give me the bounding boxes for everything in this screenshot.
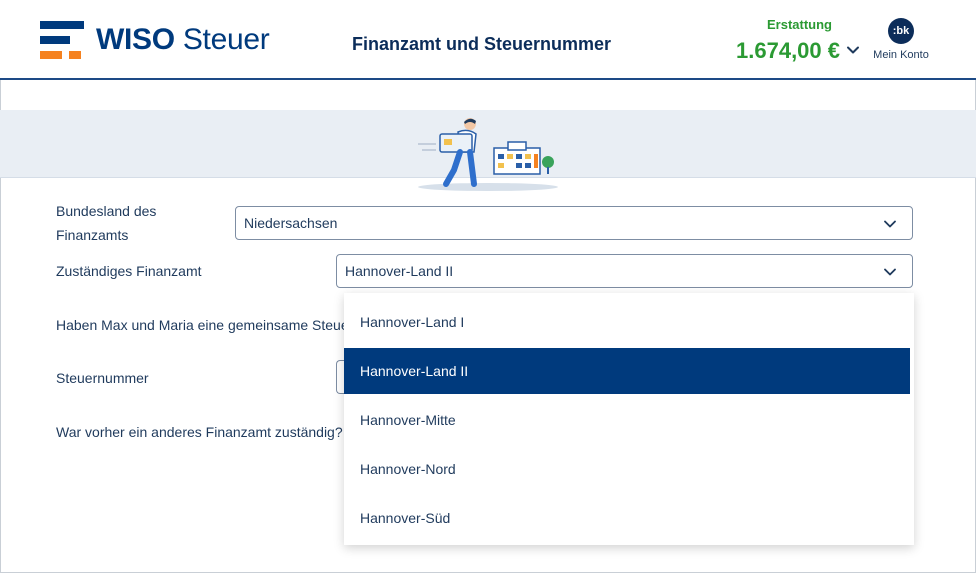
wiso-logo[interactable]: WISO Steuer [40, 20, 270, 60]
finanzamt-select[interactable]: Hannover-Land II [336, 254, 913, 288]
account-menu[interactable]: :bk Mein Konto [866, 18, 936, 61]
dropdown-option[interactable]: Hannover-Nord [344, 446, 910, 492]
header: WISO Steuer Finanzamt und Steuernummer E… [0, 0, 976, 80]
logo-mark-icon [40, 21, 84, 59]
account-label: Mein Konto [873, 49, 929, 61]
dropdown-option[interactable]: Hannover-Mitte [344, 397, 910, 443]
dropdown-option-selected[interactable]: Hannover-Land II [344, 348, 910, 394]
dropdown-option[interactable]: Hannover-Land I [344, 299, 910, 345]
bundesland-select[interactable]: Niedersachsen [235, 206, 913, 240]
finanzamt-label: Zuständiges Finanzamt [56, 263, 202, 279]
refund-label: Erstattung [767, 17, 832, 32]
finanzamt-value: Hannover-Land II [345, 263, 454, 279]
dropdown-option[interactable]: Hannover-Süd [344, 495, 910, 541]
chevron-down-icon [884, 268, 896, 276]
tax-office-illustration [418, 118, 558, 191]
avatar: :bk [888, 18, 914, 44]
bundesland-label: Bundesland des Finanzamts [56, 203, 157, 243]
gemeinsame-steuer-label: Haben Max und Maria eine gemeinsame Steu… [56, 317, 346, 333]
finanzamt-dropdown-list: Hannover-Land I Hannover-Land II Hannove… [344, 293, 914, 545]
page-title: Finanzamt und Steuernummer [352, 34, 612, 54]
refund-summary[interactable]: Erstattung 1.674,00 € [710, 17, 840, 64]
chevron-down-icon[interactable] [845, 42, 861, 58]
bundesland-value: Niedersachsen [244, 215, 338, 231]
refund-amount: 1.674,00 € [736, 38, 840, 63]
vorher-finanzamt-label: War vorher ein anderes Finanzamt zuständ… [56, 424, 343, 440]
chevron-down-icon [884, 220, 896, 228]
logo-text: WISO Steuer [96, 23, 270, 56]
steuernummer-label: Steuernummer [56, 370, 149, 386]
